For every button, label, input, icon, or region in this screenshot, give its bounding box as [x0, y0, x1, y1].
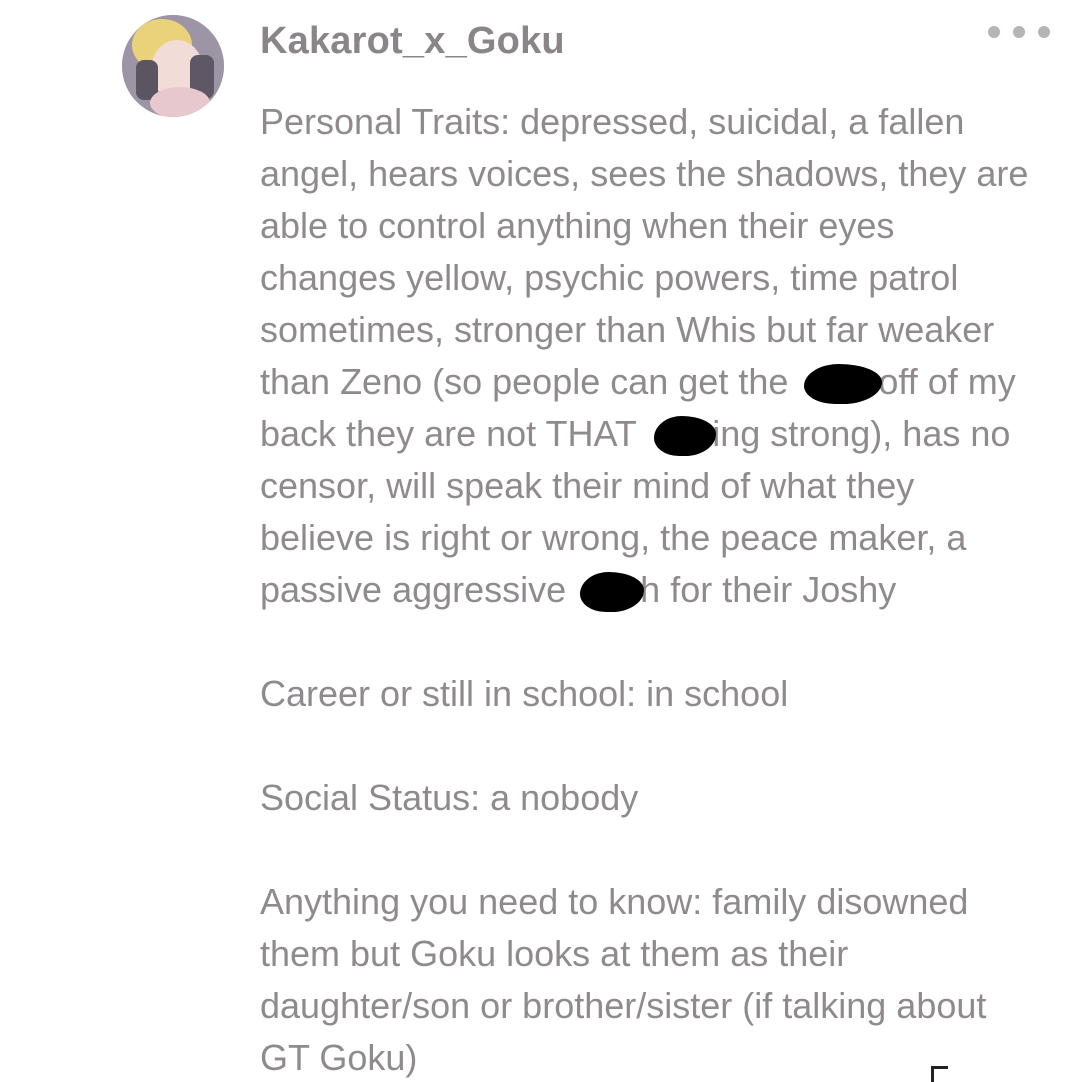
text-segment: ing strong), has no	[712, 413, 1011, 454]
post-body: Personal Traits: depressed, suicidal, a …	[260, 96, 1060, 1082]
text-segment: passive aggressive	[260, 569, 577, 610]
text-segment: off of my	[878, 361, 1016, 402]
more-horizontal-icon	[988, 26, 1000, 38]
text-line: changes yellow, psychic powers, time pat…	[260, 257, 959, 298]
avatar[interactable]	[122, 15, 224, 117]
text-line: Career or still in school: in school	[260, 673, 789, 714]
text-line: able to control anything when their eyes	[260, 205, 895, 246]
personal-traits-paragraph: Personal Traits: depressed, suicidal, a …	[260, 96, 1060, 616]
text-line: Social Status: a nobody	[260, 777, 639, 818]
social-status-paragraph: Social Status: a nobody	[260, 772, 1060, 824]
text-line: Personal Traits: depressed, suicidal, a …	[260, 101, 965, 142]
text-segment: back they are not THAT	[260, 413, 647, 454]
text-line: passive aggressive h for their Joshy	[260, 564, 1060, 616]
crop-corner-icon	[931, 1066, 948, 1082]
career-paragraph: Career or still in school: in school	[260, 668, 1060, 720]
text-line: angel, hears voices, sees the shadows, t…	[260, 153, 1029, 194]
more-options-button[interactable]	[988, 22, 1050, 42]
text-segment: than Zeno (so people can get the	[260, 361, 799, 402]
anime-character-avatar-icon	[122, 15, 224, 117]
anything-to-know-paragraph: Anything you need to know: family disown…	[260, 876, 1060, 1082]
text-line: sometimes, stronger than Whis but far we…	[260, 309, 995, 350]
text-line: censor, will speak their mind of what th…	[260, 465, 915, 506]
censor-scribble	[580, 572, 645, 613]
text-segment: h for their Joshy	[640, 569, 897, 610]
username[interactable]: Kakarot_x_Goku	[260, 20, 565, 63]
more-horizontal-icon	[1038, 26, 1050, 38]
censor-scribble	[804, 364, 883, 405]
more-horizontal-icon	[1013, 26, 1025, 38]
text-line: daughter/son or brother/sister (if talki…	[260, 985, 987, 1026]
text-line: back they are not THAT ing strong), has …	[260, 408, 1060, 460]
text-line: believe is right or wrong, the peace mak…	[260, 517, 967, 558]
text-line: them but Goku looks at them as their	[260, 933, 849, 974]
text-line: than Zeno (so people can get the off of …	[260, 356, 1060, 408]
censor-scribble	[654, 416, 717, 457]
text-line: Anything you need to know: family disown…	[260, 881, 969, 922]
